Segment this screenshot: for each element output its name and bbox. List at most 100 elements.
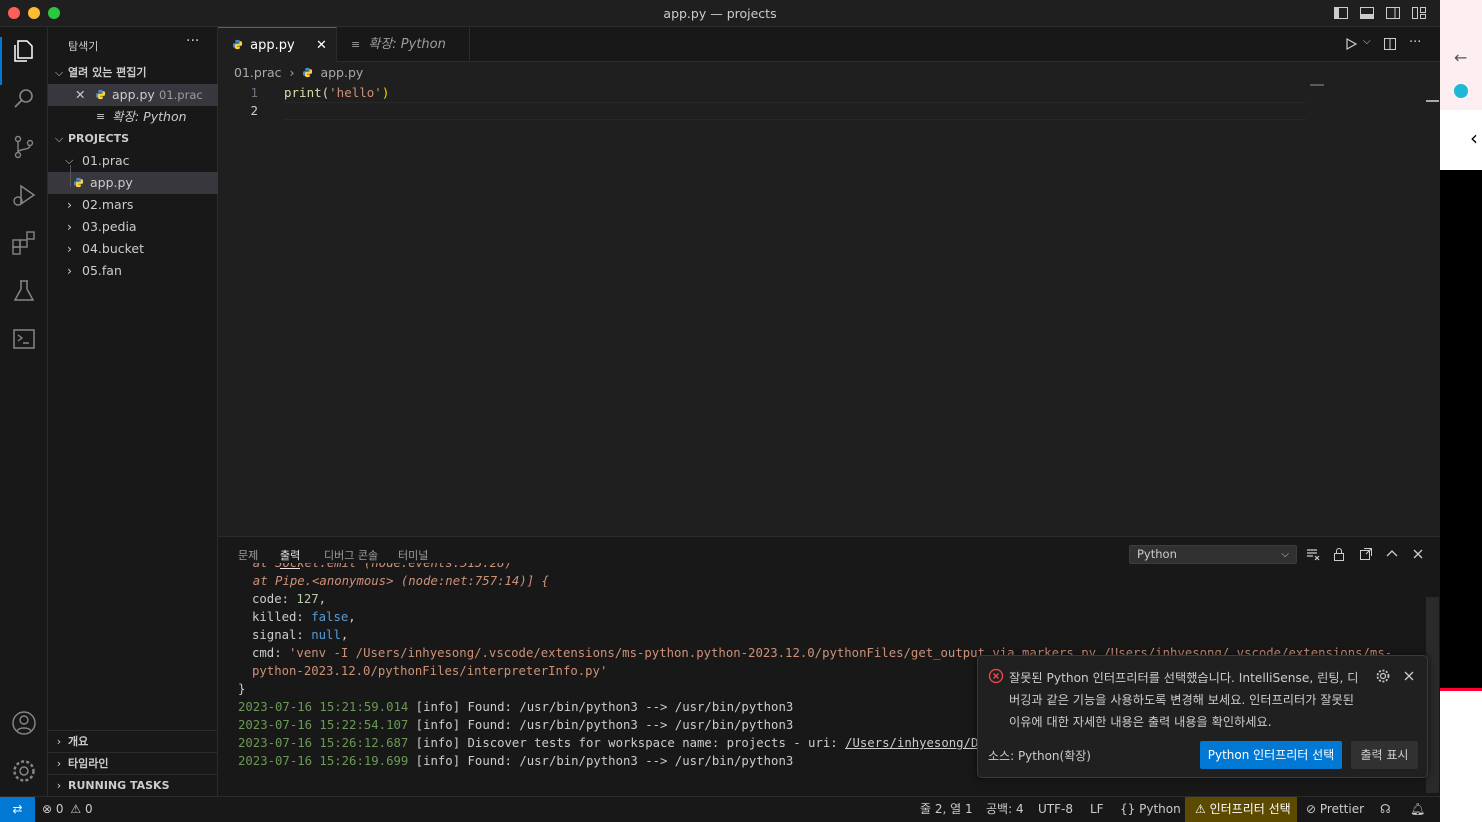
select-interpreter-warning[interactable]: ⚠ 인터프리터 선택 [1185, 797, 1297, 822]
chevron-right-icon: › [67, 197, 72, 212]
feedback-icon[interactable]: ☊ [1380, 797, 1391, 822]
tab-extension-python[interactable]: ≡ 확장: Python [337, 27, 470, 62]
indentation[interactable]: 공백: 4 [986, 797, 1024, 822]
tab-problems[interactable]: 문제 [238, 547, 258, 563]
breadcrumb-file[interactable]: app.py [320, 65, 363, 80]
output-log-line: 2023-07-16 15:26:12.687 [info] Discover … [238, 736, 1090, 750]
background-browser-window: ← ‹ ▶ [1440, 0, 1482, 822]
overview-ruler-cursor [1426, 100, 1439, 102]
close-panel-icon[interactable] [1410, 546, 1426, 562]
source-control-icon[interactable] [10, 133, 38, 161]
code-editor[interactable]: 1 2 print('hello') [218, 84, 1440, 536]
chevron-left-icon[interactable]: ‹ [1470, 126, 1478, 150]
customize-layout-icon[interactable] [1411, 5, 1427, 21]
toggle-primary-sidebar-icon[interactable] [1333, 5, 1349, 21]
output-channel-select[interactable]: Python ⌵ [1129, 545, 1297, 564]
toggle-panel-icon[interactable] [1359, 5, 1375, 21]
tab-output[interactable]: 출력 [280, 547, 300, 563]
language-mode[interactable]: {} Python [1120, 797, 1181, 822]
chevron-right-icon: › [67, 241, 72, 256]
breadcrumb: 01.prac › app.py [234, 65, 363, 80]
warning-icon: ⚠ [70, 802, 82, 816]
lock-icon[interactable] [1331, 546, 1347, 562]
outline-section[interactable]: › 개요 [48, 730, 218, 752]
chevron-right-icon: › [289, 65, 295, 80]
run-and-debug-icon[interactable] [10, 181, 38, 209]
line-number: 2 [250, 103, 258, 118]
sidebar-more-actions-button[interactable]: ··· [186, 33, 199, 49]
testing-icon[interactable] [10, 277, 38, 305]
search-icon[interactable] [10, 85, 38, 113]
error-icon [988, 668, 1004, 688]
run-python-file-icon[interactable] [1344, 37, 1358, 55]
output-line: code: 127, [252, 592, 327, 606]
split-editor-icon[interactable] [1383, 37, 1397, 55]
open-editor-preview-name: 확장: Python [112, 109, 187, 124]
open-editors-section[interactable]: ⌵ 열려 있는 편집기 [48, 62, 218, 84]
braces-icon: {} [1120, 802, 1136, 816]
tab-terminal[interactable]: 터미널 [398, 547, 428, 563]
notifications-bell-icon[interactable]: 🔔︎ [1410, 797, 1425, 822]
folder-04-bucket[interactable]: › 04.bucket [48, 238, 218, 260]
more-actions-icon[interactable]: ··· [1409, 35, 1421, 50]
breadcrumb-folder[interactable]: 01.prac [234, 65, 282, 80]
output-line: killed: false, [252, 610, 356, 624]
running-tasks-section[interactable]: › RUNNING TASKS [48, 774, 218, 796]
prettier-label: Prettier [1319, 802, 1365, 816]
interpreter-label: 인터프리터 선택 [1209, 802, 1291, 816]
cursor-position[interactable]: 줄 2, 열 1 [920, 797, 973, 822]
output-log-line: 2023-07-16 15:22:54.107 [info] Found: /u… [238, 718, 794, 732]
preview-doc-icon: ≡ [96, 110, 106, 123]
remote-indicator-icon[interactable]: ⇄ [0, 797, 35, 822]
code-line[interactable]: print('hello') [284, 85, 389, 100]
close-notification-icon[interactable] [1401, 668, 1417, 688]
extensions-icon[interactable] [10, 229, 38, 257]
chevron-down-icon[interactable]: ⌵ [1363, 36, 1371, 47]
tab-app-py[interactable]: app.py ✕ [218, 27, 337, 62]
encoding[interactable]: UTF-8 [1038, 797, 1073, 822]
open-in-editor-icon[interactable] [1358, 546, 1374, 562]
timeline-section[interactable]: › 타임라인 [48, 752, 218, 774]
toggle-secondary-sidebar-icon[interactable] [1385, 5, 1401, 21]
chevron-down-icon: ⌵ [1281, 549, 1289, 560]
folder-label: 05.fan [82, 263, 122, 278]
notification-toast: 잘못된 Python 인터프리터를 선택했습니다. IntelliSense, … [977, 655, 1428, 778]
explorer-icon[interactable] [10, 37, 38, 65]
close-tab-icon[interactable]: ✕ [316, 28, 327, 63]
output-line: } [238, 682, 246, 696]
tab-debug-console[interactable]: 디버그 콘솔 [324, 547, 378, 563]
projects-section[interactable]: ⌵ PROJECTS [48, 128, 218, 150]
tab-label: 확장: Python [368, 37, 446, 52]
settings-gear-icon[interactable] [10, 757, 38, 785]
notification-settings-gear-icon[interactable] [1375, 668, 1391, 688]
folder-03-pedia[interactable]: › 03.pedia [48, 216, 218, 238]
video-player[interactable] [1440, 170, 1482, 690]
maximize-panel-icon[interactable] [1384, 546, 1400, 562]
accounts-icon[interactable] [10, 709, 38, 737]
open-editor-item-extension-python[interactable]: ≡ 확장: Python [48, 106, 218, 128]
terminal-icon[interactable] [10, 325, 38, 353]
file-app-py[interactable]: app.py [48, 165, 218, 194]
output-channel-value: Python [1137, 547, 1177, 561]
folder-05-fan[interactable]: › 05.fan [48, 260, 218, 282]
chevron-right-icon: › [56, 735, 62, 748]
window-title: app.py — projects [663, 6, 777, 21]
close-icon[interactable]: ✕ [75, 84, 85, 106]
folder-02-mars[interactable]: › 02.mars [48, 194, 218, 216]
folder-01-prac[interactable]: ⌵ 01.prac [48, 150, 218, 172]
prettier-status[interactable]: ⊘ Prettier [1306, 797, 1364, 822]
show-output-button[interactable]: 출력 표시 [1351, 741, 1418, 769]
error-icon: ⊗ [42, 802, 53, 816]
back-arrow-icon[interactable]: ← [1454, 48, 1467, 67]
clear-output-icon[interactable] [1305, 546, 1321, 562]
outline-label: 개요 [68, 735, 89, 748]
play-icon[interactable]: ▶ [1456, 699, 1467, 715]
end-of-line[interactable]: LF [1090, 797, 1104, 822]
problems-status[interactable]: ⊗ 0 ⚠ 0 [42, 797, 93, 822]
select-python-interpreter-button[interactable]: Python 인터프리터 선택 [1200, 741, 1342, 769]
video-progress-bar[interactable] [1440, 688, 1482, 691]
preview-doc-icon: ≡ [351, 38, 361, 51]
open-editor-item-app-py[interactable]: ✕ app.py 01.prac [48, 84, 218, 106]
minimap[interactable] [1310, 84, 1324, 86]
file-label: app.py [90, 175, 133, 190]
